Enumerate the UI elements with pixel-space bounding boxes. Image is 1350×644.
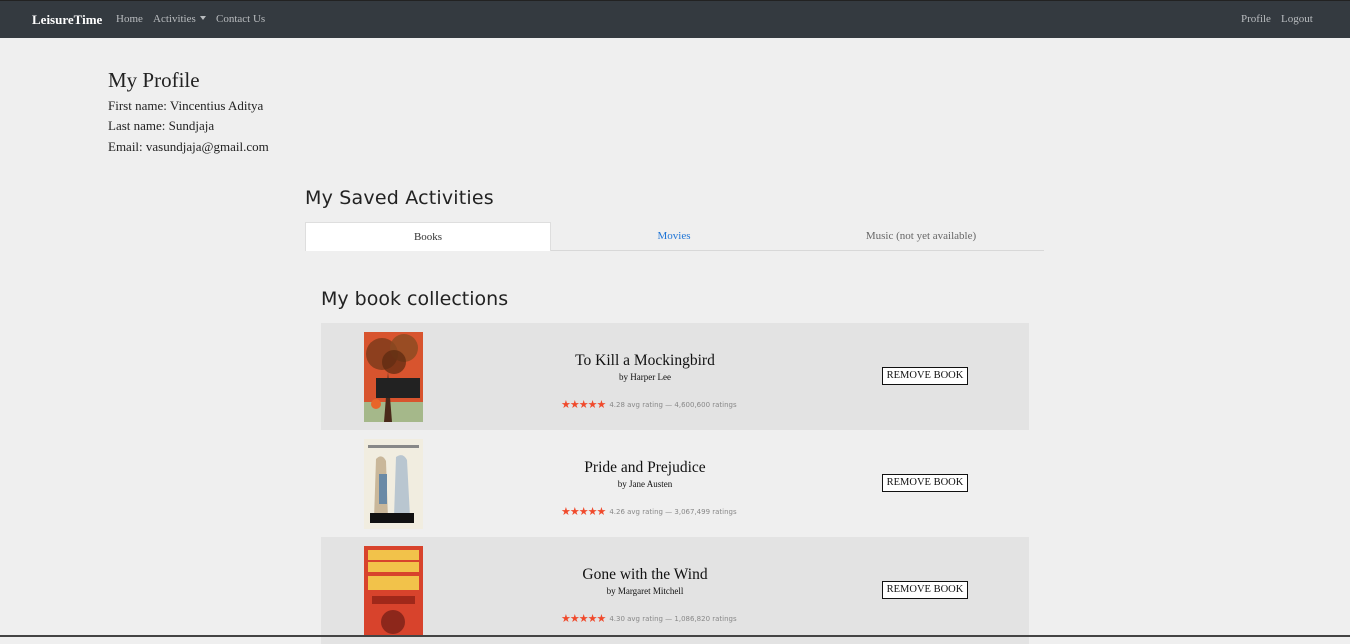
tab-music: Music (not yet available) [865,230,977,242]
nav-profile[interactable]: Profile [1241,13,1271,25]
rating-text: 4.30 avg rating — 1,086,820 ratings [609,615,737,623]
book-row: Pride and Prejudice by Jane Austen ★★★★★… [321,430,1029,537]
book-author: by Margaret Mitchell [606,586,684,596]
remove-book-button[interactable]: REMOVE BOOK [882,474,968,492]
book-rating: ★★★★★ 4.28 avg rating — 4,600,600 ratings [561,399,737,411]
nav-activities-label: Activities [153,13,196,25]
book-collection-title: My book collections [321,288,509,310]
saved-activities-title: My Saved Activities [305,187,494,209]
book-rating: ★★★★★ 4.30 avg rating — 1,086,820 ratings [561,613,737,625]
book-cover-image [364,439,423,529]
book-row: To Kill a Mockingbird by Harper Lee ★★★★… [321,323,1029,430]
activity-tabs: Books Movies Music (not yet available) [305,222,1044,251]
tab-movies[interactable]: Movies [551,222,797,251]
navbar: LeisureTime Home Activities Contact Us P… [0,0,1350,38]
profile-first-name: First name: Vincentius Aditya [108,98,264,113]
book-title[interactable]: Gone with the Wind [531,565,759,585]
nav-activities-dropdown[interactable]: Activities [153,13,206,25]
profile-title: My Profile [108,68,200,92]
book-title[interactable]: To Kill a Mockingbird [531,351,759,371]
profile-last-name: Last name: Sundjaja [108,118,215,133]
star-rating-icon: ★★★★★ [561,505,606,518]
book-cover-image [364,546,423,636]
star-rating-icon: ★★★★★ [561,612,606,625]
brand-logo[interactable]: LeisureTime [32,12,102,28]
remove-book-button[interactable]: REMOVE BOOK [882,581,968,599]
book-rating: ★★★★★ 4.26 avg rating — 3,067,499 ratings [561,506,737,518]
nav-logout[interactable]: Logout [1281,13,1313,25]
book-row: Gone with the Wind by Margaret Mitchell … [321,537,1029,644]
profile-email: Email: vasundjaja@gmail.com [108,139,269,154]
rating-text: 4.28 avg rating — 4,600,600 ratings [609,401,737,409]
nav-home[interactable]: Home [116,13,143,25]
nav-contact[interactable]: Contact Us [216,13,265,25]
book-cover-image [364,332,423,422]
book-author: by Harper Lee [619,372,671,382]
tab-books[interactable]: Books [305,222,551,251]
remove-book-button[interactable]: REMOVE BOOK [882,367,968,385]
chevron-down-icon [199,16,206,20]
star-rating-icon: ★★★★★ [561,398,606,411]
book-author: by Jane Austen [617,479,673,489]
rating-text: 4.26 avg rating — 3,067,499 ratings [609,508,737,516]
book-title[interactable]: Pride and Prejudice [531,458,759,478]
